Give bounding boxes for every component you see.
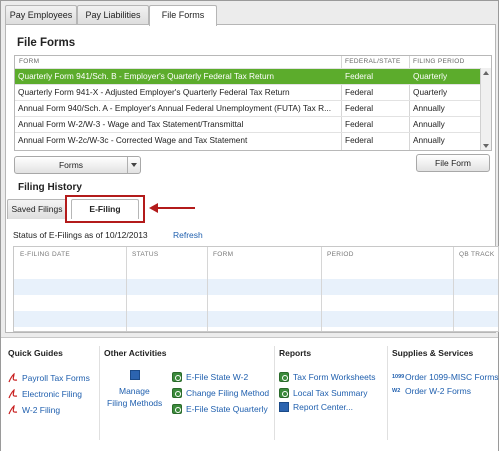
refresh-link[interactable]: Refresh <box>173 230 203 240</box>
table-row <box>14 295 498 311</box>
pdf-icon <box>8 405 18 415</box>
w2-filing-link[interactable]: W-2 Filing <box>22 405 60 415</box>
divider <box>274 346 275 440</box>
tax-form-worksheets-link[interactable]: Tax Form Worksheets <box>293 372 376 382</box>
column-header-qb-track[interactable]: QB TRACK <box>459 251 495 258</box>
column-header-status[interactable]: STATUS <box>132 251 158 258</box>
table-row <box>14 311 498 327</box>
efile-state-w2-link[interactable]: E-File State W-2 <box>186 372 248 382</box>
tab-pay-liabilities[interactable]: Pay Liabilities <box>77 5 149 25</box>
divider <box>387 346 388 440</box>
scroll-up-icon[interactable] <box>483 71 489 75</box>
row-period: Annually <box>413 135 445 145</box>
vertical-scrollbar[interactable] <box>480 68 491 150</box>
row-federal-state: Federal <box>345 135 374 145</box>
column-header-form[interactable]: FORM <box>213 251 233 258</box>
forms-table: FORM FEDERAL/STATE FILING PERIOD Quarter… <box>14 55 492 151</box>
table-row[interactable]: Annual Form 940/Sch. A - Employer's Annu… <box>15 100 481 116</box>
forms-button-label: Forms <box>58 160 84 170</box>
column-header-form[interactable]: FORM <box>19 58 39 65</box>
manage-filing-methods-icon[interactable] <box>130 370 140 380</box>
efiling-table: E-FILING DATE STATUS FORM PERIOD QB TRAC… <box>13 246 499 332</box>
column-divider <box>126 247 127 331</box>
tab-pay-employees[interactable]: Pay Employees <box>5 5 77 25</box>
pdf-icon <box>8 389 18 399</box>
row-form: Quarterly Form 941/Sch. B - Employer's Q… <box>18 71 274 81</box>
column-header-period[interactable]: PERIOD <box>327 251 354 258</box>
filing-history-title: Filing History <box>18 182 82 193</box>
row-federal-state: Federal <box>345 87 374 97</box>
table-row[interactable]: Quarterly Form 941-X - Adjusted Employer… <box>15 84 481 100</box>
efiling-status-text: Status of E-Filings as of 10/12/2013 <box>13 230 148 240</box>
row-period: Quarterly <box>413 87 448 97</box>
row-form: Annual Form 940/Sch. A - Employer's Annu… <box>18 103 331 113</box>
electronic-filing-link[interactable]: Electronic Filing <box>22 389 82 399</box>
report-icon <box>279 388 289 398</box>
local-tax-summary-link[interactable]: Local Tax Summary <box>293 388 367 398</box>
row-period: Annually <box>413 103 445 113</box>
row-form: Quarterly Form 941-X - Adjusted Employer… <box>18 87 290 97</box>
reports-title: Reports <box>279 348 312 358</box>
quick-guides-title: Quick Guides <box>8 348 63 358</box>
report-center-icon <box>279 402 289 412</box>
column-divider <box>321 247 322 331</box>
filing-methods-label[interactable]: Filing Methods <box>107 398 162 408</box>
payroll-tabs: Pay Employees Pay Liabilities File Forms <box>1 5 498 26</box>
row-federal-state: Federal <box>345 103 374 113</box>
column-divider <box>207 247 208 331</box>
row-form: Annual Form W-2c/W-3c - Corrected Wage a… <box>18 135 248 145</box>
order-w2-forms-link[interactable]: Order W-2 Forms <box>405 386 471 396</box>
efile-state-quarterly-link[interactable]: E-File State Quarterly <box>186 404 268 414</box>
table-row[interactable]: Annual Form W-2/W-3 - Wage and Tax State… <box>15 116 481 132</box>
tab-saved-filings[interactable]: Saved Filings <box>7 199 67 219</box>
payroll-tax-forms-link[interactable]: Payroll Tax Forms <box>22 373 90 383</box>
efile-icon <box>172 372 182 382</box>
report-icon <box>279 372 289 382</box>
row-federal-state: Federal <box>345 71 374 81</box>
table-row <box>14 279 498 295</box>
scroll-down-icon[interactable] <box>483 144 489 148</box>
form-1099-icon: 1099 <box>392 374 405 380</box>
tab-file-forms[interactable]: File Forms <box>149 5 217 26</box>
highlight-box <box>65 195 145 223</box>
activities-panel: Quick Guides Payroll Tax Forms Electroni… <box>1 337 499 451</box>
column-header-efiling-date[interactable]: E-FILING DATE <box>20 251 70 258</box>
table-row[interactable]: Annual Form W-2c/W-3c - Corrected Wage a… <box>15 132 481 148</box>
manage-label[interactable]: Manage <box>119 386 150 396</box>
chevron-down-icon <box>131 163 137 167</box>
payroll-center-window: Pay Employees Pay Liabilities File Forms… <box>0 0 499 451</box>
column-divider <box>453 247 454 331</box>
row-period: Annually <box>413 119 445 129</box>
report-center-link[interactable]: Report Center... <box>293 402 353 412</box>
file-form-button[interactable]: File Form <box>416 154 490 172</box>
button-divider <box>127 157 128 173</box>
form-w2-icon: W2 <box>392 388 401 394</box>
row-period: Quarterly <box>413 71 448 81</box>
table-row <box>14 263 498 279</box>
supplies-services-title: Supplies & Services <box>392 348 474 358</box>
other-activities-title: Other Activities <box>104 348 167 358</box>
row-federal-state: Federal <box>345 119 374 129</box>
table-row[interactable]: Quarterly Form 941/Sch. B - Employer's Q… <box>15 68 481 84</box>
file-forms-title: File Forms <box>17 37 76 49</box>
change-filing-method-link[interactable]: Change Filing Method <box>186 388 269 398</box>
order-1099-misc-forms-link[interactable]: Order 1099-MISC Forms <box>405 372 499 382</box>
efile-icon <box>172 404 182 414</box>
arrow-line <box>157 207 195 209</box>
forms-dropdown-button[interactable]: Forms <box>14 156 141 174</box>
forms-table-header: FORM FEDERAL/STATE FILING PERIOD <box>15 56 491 68</box>
pdf-icon <box>8 373 18 383</box>
divider <box>99 346 100 440</box>
row-form: Annual Form W-2/W-3 - Wage and Tax State… <box>18 119 244 129</box>
column-header-federal-state[interactable]: FEDERAL/STATE <box>345 58 401 65</box>
efile-icon <box>172 388 182 398</box>
column-header-filing-period[interactable]: FILING PERIOD <box>413 58 465 65</box>
